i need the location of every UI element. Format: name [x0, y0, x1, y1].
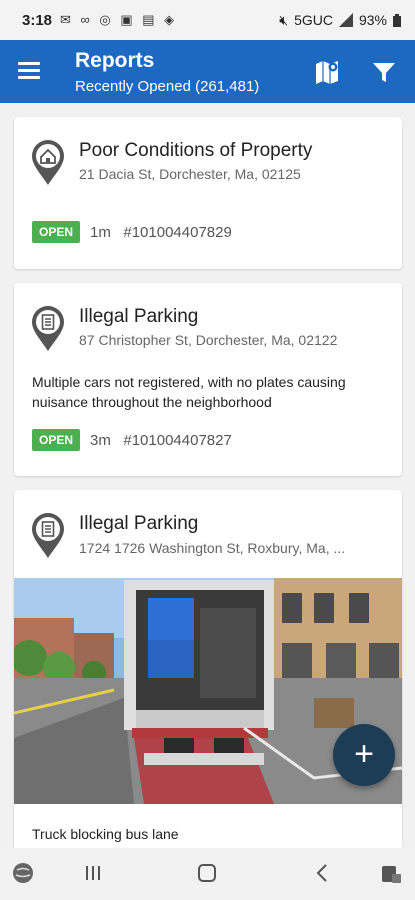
network-label: 5GUC — [294, 12, 333, 28]
assistant-button[interactable] — [10, 860, 40, 888]
battery-icon — [393, 13, 401, 27]
status-right: 🔇︎ 5GUC 93% — [279, 12, 401, 29]
globe-icon — [13, 863, 33, 883]
filter-icon — [373, 63, 395, 82]
page-title: Reports — [75, 49, 155, 72]
recents-icon — [86, 866, 100, 880]
document-pin-icon — [32, 306, 64, 351]
filter-button[interactable] — [370, 57, 398, 87]
mute-icon: 🔇︎ — [279, 11, 289, 28]
add-report-button[interactable]: + — [333, 724, 395, 786]
report-age: 3m — [90, 432, 111, 449]
document-pin-icon — [32, 513, 64, 558]
report-card[interactable]: Illegal Parking 1724 1726 Washington St,… — [14, 490, 402, 850]
report-description: Truck blocking bus lane — [32, 826, 179, 842]
report-id: #101004407829 — [123, 224, 232, 241]
report-id: #101004407827 — [123, 432, 232, 449]
back-button[interactable] — [310, 860, 340, 888]
map-icon — [316, 61, 338, 84]
report-title: Poor Conditions of Property — [79, 140, 313, 161]
plus-icon: + — [354, 735, 374, 773]
report-address: 1724 1726 Washington St, Roxbury, Ma, ..… — [79, 540, 346, 556]
keyboard-icon — [382, 866, 401, 883]
app-bar: Reports Recently Opened (261,481) — [0, 40, 415, 103]
hamburger-icon — [18, 62, 50, 79]
report-meta: 3m #101004407827 — [90, 432, 232, 449]
report-description: Multiple cars not registered, with no pl… — [32, 374, 346, 410]
notification-icons: ✉ ∞ ◎ ▣ ▤ ◈ — [60, 12, 178, 27]
status-bar: 3:18 ✉ ∞ ◎ ▣ ▤ ◈ 🔇︎ 5GUC 93% — [0, 0, 415, 40]
battery-level: 93% — [358, 12, 387, 28]
back-icon — [316, 864, 327, 882]
report-meta: 1m #101004407829 — [90, 224, 232, 241]
report-card[interactable]: Illegal Parking 87 Christopher St, Dorch… — [14, 283, 402, 476]
report-title: Illegal Parking — [79, 513, 199, 534]
status-badge: OPEN — [32, 221, 81, 243]
report-address: 21 Dacia St, Dorchester, Ma, 02125 — [79, 166, 301, 182]
house-pin-icon — [32, 140, 64, 185]
signal-icon — [338, 13, 353, 27]
status-badge: OPEN — [32, 429, 81, 451]
status-time: 3:18 — [22, 11, 53, 29]
report-title: Illegal Parking — [79, 306, 199, 327]
report-card[interactable]: Poor Conditions of Property 21 Dacia St,… — [14, 117, 402, 269]
menu-button[interactable] — [18, 58, 50, 86]
keyboard-switch-button[interactable] — [378, 860, 408, 888]
home-button[interactable] — [194, 860, 224, 888]
recents-button[interactable] — [80, 860, 110, 888]
report-age: 1m — [90, 224, 111, 241]
page-subtitle: Recently Opened (261,481) — [75, 78, 260, 95]
system-nav-bar — [0, 848, 415, 900]
report-address: 87 Christopher St, Dorchester, Ma, 02122 — [79, 332, 338, 348]
map-view-button[interactable] — [313, 57, 343, 87]
home-icon — [198, 864, 216, 882]
